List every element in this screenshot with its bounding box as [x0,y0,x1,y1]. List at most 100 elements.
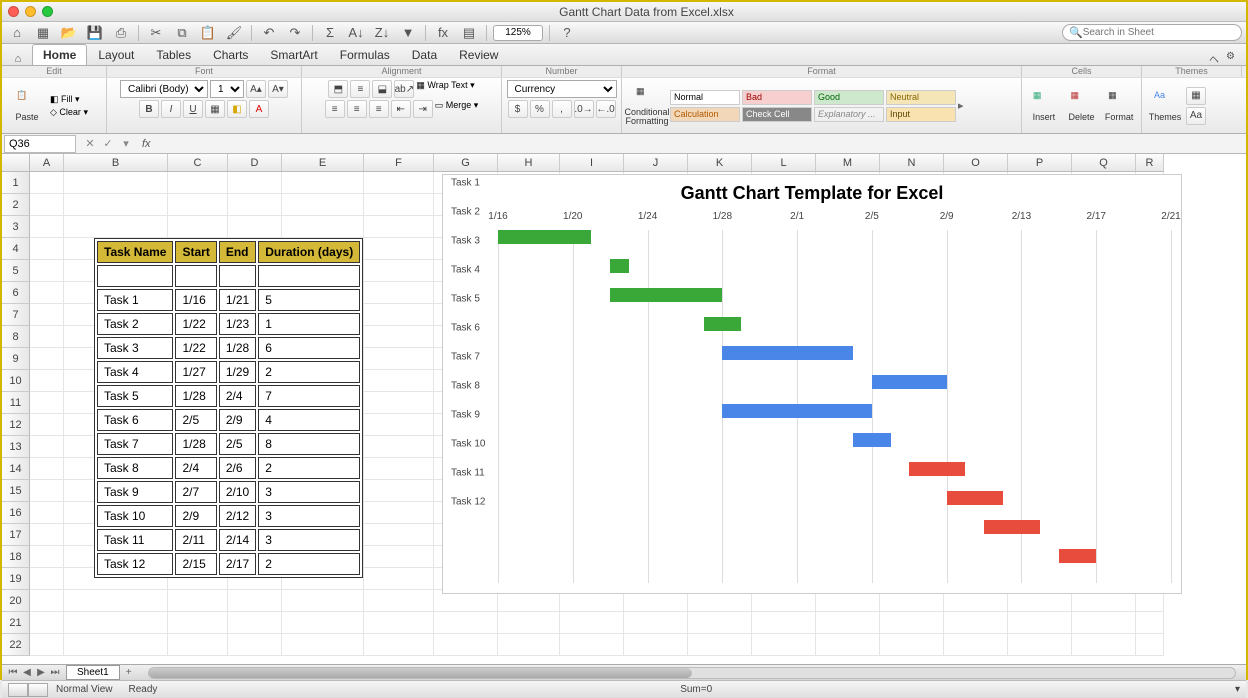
underline-button[interactable]: U [183,100,203,118]
horizontal-scrollbar[interactable] [148,667,1236,679]
style-input[interactable]: Input [886,107,956,122]
print-icon[interactable]: ⎙ [110,24,132,42]
col-header-O[interactable]: O [944,154,1008,171]
col-header-C[interactable]: C [168,154,228,171]
cut-icon[interactable]: ✂ [145,24,167,42]
ribbon-tab-layout[interactable]: Layout [87,44,145,65]
theme-fonts-button[interactable]: Aa [1186,107,1206,125]
collapse-ribbon-icon[interactable]: ヘ [1209,51,1223,65]
border-button[interactable]: ▦ [205,100,225,118]
bold-button[interactable]: B [139,100,159,118]
col-header-F[interactable]: F [364,154,434,171]
sheet-nav-last-icon[interactable]: ⏭ [48,667,62,678]
ribbon-tab-data[interactable]: Data [401,44,448,65]
row-header-10[interactable]: 10 [2,370,30,392]
style-bad[interactable]: Bad [742,90,812,105]
col-header-I[interactable]: I [560,154,624,171]
merge-button[interactable]: ▭ Merge ▾ [435,100,479,118]
sheet-nav-prev-icon[interactable]: ◀ [20,667,34,678]
save-icon[interactable]: 💾 [84,24,106,42]
col-header-G[interactable]: G [434,154,498,171]
currency-button[interactable]: $ [508,100,528,118]
fill-color-button[interactable]: ◧ [227,100,247,118]
row-header-1[interactable]: 1 [2,172,30,194]
ribbon-tab-tables[interactable]: Tables [145,44,202,65]
open-icon[interactable]: 📂 [58,24,80,42]
dec-decimal-button[interactable]: ←.0 [596,100,616,118]
indent-dec-button[interactable]: ⇤ [391,100,411,118]
col-header-D[interactable]: D [228,154,282,171]
align-top-button[interactable]: ⬒ [328,80,348,98]
zoom-icon[interactable] [42,6,53,17]
col-header-B[interactable]: B [64,154,168,171]
fill-button[interactable]: ◧ Fill ▾ [50,94,80,105]
select-all-corner[interactable] [2,154,30,171]
settings-gear-icon[interactable]: ⚙ [1226,51,1240,65]
style-neutral[interactable]: Neutral [886,90,956,105]
fx-icon[interactable]: fx [432,24,454,42]
align-center-button[interactable]: ≡ [347,100,367,118]
row-header-21[interactable]: 21 [2,612,30,634]
clear-button[interactable]: ◇ Clear ▾ [50,107,88,118]
percent-button[interactable]: % [530,100,550,118]
row-header-18[interactable]: 18 [2,546,30,568]
row-header-12[interactable]: 12 [2,414,30,436]
align-right-button[interactable]: ≡ [369,100,389,118]
row-header-4[interactable]: 4 [2,238,30,260]
minimize-icon[interactable] [25,6,36,17]
add-sheet-icon[interactable]: + [120,666,138,679]
page-layout-view-button[interactable] [28,683,48,697]
orientation-button[interactable]: ab↗ [394,80,414,98]
inc-decimal-button[interactable]: .0→ [574,100,594,118]
row-header-22[interactable]: 22 [2,634,30,656]
workbook-icon[interactable]: ▦ [32,24,54,42]
ribbon-tab-charts[interactable]: Charts [202,44,259,65]
paste-icon[interactable]: 📋 [197,24,219,42]
ribbon-tab-home[interactable]: Home [32,44,87,65]
style-explanatory[interactable]: Explanatory ... [814,107,884,122]
row-header-16[interactable]: 16 [2,502,30,524]
row-header-8[interactable]: 8 [2,326,30,348]
col-header-P[interactable]: P [1008,154,1072,171]
row-header-7[interactable]: 7 [2,304,30,326]
insert-cells-button[interactable]: ▦Insert [1026,82,1062,130]
copy-icon[interactable]: ⧉ [171,24,193,42]
paste-button[interactable]: 📋Paste [6,82,48,130]
ribbon-tab-review[interactable]: Review [448,44,509,65]
ribbon-tab-formulas[interactable]: Formulas [329,44,401,65]
row-header-20[interactable]: 20 [2,590,30,612]
col-header-E[interactable]: E [282,154,364,171]
formula-input[interactable] [155,136,1246,151]
align-left-button[interactable]: ≡ [325,100,345,118]
number-format-select[interactable]: Currency [507,80,617,98]
sheet-tab-active[interactable]: Sheet1 [66,665,120,680]
spreadsheet-grid[interactable]: ABCDEFGHIJKLMNOPQR 123456789101112131415… [2,154,1246,664]
theme-colors-button[interactable]: ▦ [1186,87,1206,105]
style-gallery-more-icon[interactable]: ▸ [958,99,972,112]
font-color-button[interactable]: A [249,100,269,118]
shrink-font-button[interactable]: A▾ [268,80,288,98]
grow-font-button[interactable]: A▴ [246,80,266,98]
format-cells-button[interactable]: ▦Format [1101,82,1137,130]
col-header-R[interactable]: R [1136,154,1164,171]
col-header-M[interactable]: M [816,154,880,171]
col-header-N[interactable]: N [880,154,944,171]
ribbon-home-icon[interactable]: ⌂ [8,53,28,65]
insert-function-icon[interactable]: ▾ [118,136,134,152]
row-header-14[interactable]: 14 [2,458,30,480]
align-bottom-button[interactable]: ⬓ [372,80,392,98]
wrap-text-button[interactable]: ▦ Wrap Text ▾ [416,80,474,98]
home-icon[interactable]: ⌂ [6,24,28,42]
font-name-select[interactable]: Calibri (Body) [120,80,208,98]
style-normal[interactable]: Normal [670,90,740,105]
row-header-2[interactable]: 2 [2,194,30,216]
name-box[interactable] [4,135,76,153]
search-input[interactable] [1083,27,1235,38]
col-header-H[interactable]: H [498,154,560,171]
conditional-formatting-button[interactable]: ▦Conditional Formatting [626,82,668,130]
style-check-cell[interactable]: Check Cell [742,107,812,122]
style-good[interactable]: Good [814,90,884,105]
style-calculation[interactable]: Calculation [670,107,740,122]
sort-asc-icon[interactable]: A↓ [345,24,367,42]
close-icon[interactable] [8,6,19,17]
